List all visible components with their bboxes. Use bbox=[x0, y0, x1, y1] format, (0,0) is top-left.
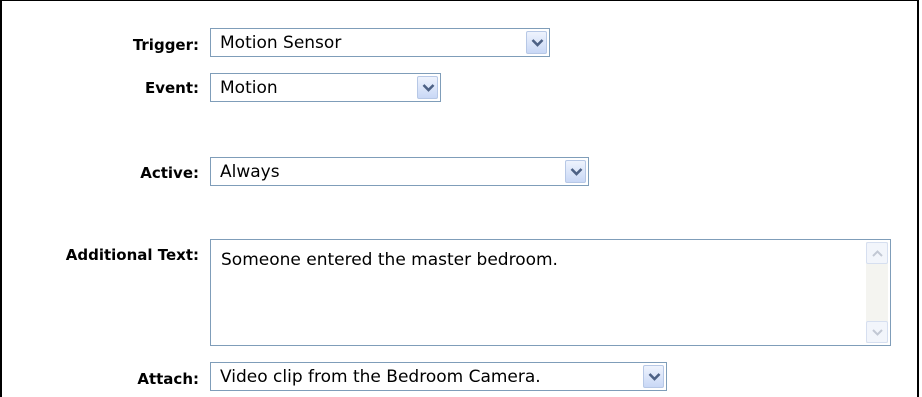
trigger-dropdown-button[interactable] bbox=[526, 31, 547, 54]
additional-text-label: Additional Text: bbox=[65, 246, 199, 264]
trigger-select-value: Motion Sensor bbox=[220, 33, 342, 53]
chevron-down-icon bbox=[872, 329, 883, 336]
active-label: Active: bbox=[140, 164, 199, 182]
chevron-down-icon bbox=[570, 168, 583, 176]
chevron-down-icon bbox=[422, 84, 435, 92]
active-select[interactable]: Always bbox=[210, 157, 589, 186]
textarea-scrollbar[interactable] bbox=[866, 242, 888, 343]
attach-select-value: Video clip from the Bedroom Camera. bbox=[220, 367, 541, 387]
form-panel: Trigger: Motion Sensor Event: Motion Act… bbox=[0, 0, 919, 397]
event-select[interactable]: Motion bbox=[210, 73, 441, 102]
attach-dropdown-button[interactable] bbox=[643, 365, 664, 388]
active-select-value: Always bbox=[220, 162, 280, 182]
attach-select[interactable]: Video clip from the Bedroom Camera. bbox=[210, 362, 667, 391]
chevron-up-icon bbox=[872, 250, 883, 257]
attach-label: Attach: bbox=[137, 370, 199, 388]
event-label: Event: bbox=[144, 79, 199, 97]
event-select-value: Motion bbox=[220, 78, 278, 98]
trigger-label: Trigger: bbox=[132, 36, 199, 54]
additional-text-field[interactable]: Someone entered the master bedroom. bbox=[210, 239, 891, 346]
chevron-down-icon bbox=[531, 39, 544, 47]
chevron-down-icon bbox=[648, 373, 661, 381]
event-dropdown-button[interactable] bbox=[417, 76, 438, 99]
scroll-down-button[interactable] bbox=[866, 321, 888, 343]
scroll-up-button[interactable] bbox=[866, 242, 888, 264]
trigger-select[interactable]: Motion Sensor bbox=[210, 28, 550, 57]
additional-text-value: Someone entered the master bedroom. bbox=[221, 250, 558, 270]
active-dropdown-button[interactable] bbox=[565, 160, 586, 183]
